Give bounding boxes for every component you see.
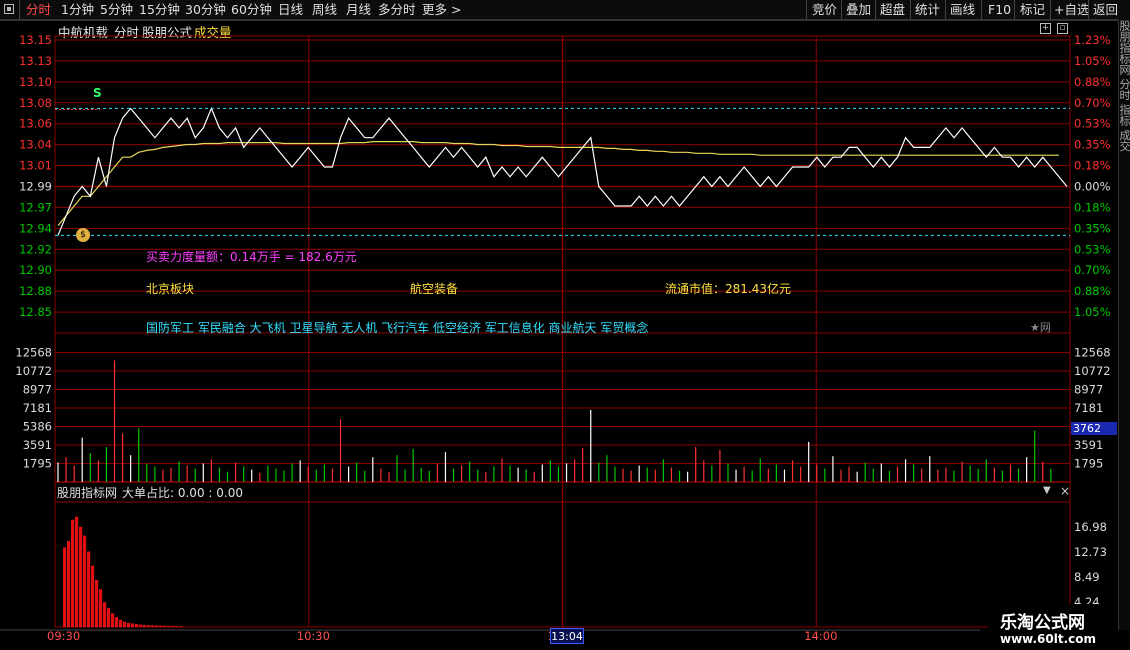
indicator-bar — [95, 579, 99, 627]
indicator-bar — [127, 622, 131, 627]
indicator-bar — [115, 616, 119, 627]
volume-tick-label: 3591 — [1074, 438, 1103, 452]
price-tick-label: 12.88 — [19, 284, 52, 298]
web-mark[interactable]: ★网 — [1030, 319, 1051, 335]
indicator-bar — [171, 625, 175, 627]
price-tick-label: 12.97 — [19, 200, 52, 214]
indicator-bar — [87, 551, 91, 627]
indicator-bar — [151, 625, 155, 627]
volume-tick-label: 8977 — [23, 383, 52, 397]
market-cap-label: 流通市值：281.43亿元 — [665, 282, 791, 296]
time-cursor-label: 13:04 — [550, 628, 584, 644]
time-axis: 09:3010:301314:00 — [47, 629, 837, 643]
indicator-bar — [67, 540, 71, 627]
pct-tick-label: 1.05% — [1074, 54, 1111, 68]
price-tick-label: 13.06 — [19, 117, 52, 131]
watermark-url: www.60lt.com — [1000, 632, 1097, 646]
money-bag-icon: $ — [76, 228, 90, 242]
price-tick-label: 13.13 — [19, 54, 52, 68]
pct-tick-label: 0.70% — [1074, 96, 1111, 110]
indicator-bar — [83, 535, 87, 627]
indicator-bar — [159, 625, 163, 627]
indicator-axis: 16.9812.738.494.24 — [1074, 520, 1107, 609]
volume-tick-label: 10772 — [1074, 364, 1111, 378]
industry-label: 航空装备 — [410, 282, 459, 296]
panel-dropdown-icon[interactable]: ▼ — [1043, 485, 1051, 496]
big-order-ratio: 大单占比: 0.00 : 0.00 — [122, 486, 243, 500]
indicator-bar — [79, 526, 83, 627]
pct-tick-label: 0.18% — [1074, 159, 1111, 173]
indicator-panel-title: 股朋指标网 — [57, 486, 118, 500]
indicator-bar — [179, 626, 183, 627]
indicator-bar — [175, 626, 179, 627]
indicator-bar — [163, 625, 167, 627]
price-tick-label: 13.01 — [19, 159, 52, 173]
indicator-bar — [167, 625, 171, 627]
price-tick-label: 13.15 — [19, 33, 52, 47]
side-info-strip: 股朋指标网 分时 指标 成交 — [1118, 20, 1130, 630]
pct-tick-label: 0.00% — [1074, 180, 1111, 194]
pct-tick-label: 0.88% — [1074, 75, 1111, 89]
indicator-bar — [147, 625, 151, 627]
price-tick-label: 13.10 — [19, 75, 52, 89]
time-tick-label: 09:30 — [47, 629, 80, 643]
volume-tick-label: 3591 — [23, 438, 52, 452]
indicator-bar — [143, 624, 147, 627]
pct-tick-label: 1.05% — [1074, 305, 1111, 319]
indicator-bar — [107, 608, 111, 627]
pct-tick-label: 0.88% — [1074, 284, 1111, 298]
panel-close-icon[interactable]: × — [1060, 484, 1070, 498]
price-tick-label: 12.92 — [19, 242, 52, 256]
indicator-bar — [63, 547, 67, 627]
indicator-bar — [111, 613, 115, 627]
indicator-bar — [139, 624, 143, 627]
force-volume-text: 买卖力度量额：0.14万手 = 182.6万元 — [146, 250, 357, 264]
indicator-bar — [103, 602, 107, 627]
indicator-bar — [135, 624, 139, 627]
volume-tick-label: 12568 — [1074, 346, 1111, 360]
price-tick-label: 12.94 — [19, 221, 52, 235]
indicator-tick-label: 8.49 — [1074, 570, 1100, 584]
price-tick-label: 13.08 — [19, 96, 52, 110]
time-tick-label: 14:00 — [804, 629, 837, 643]
indicator-bar — [123, 621, 127, 627]
price-axis: 13.15 1.23% 13.13 1.05% 13.10 0.88% 13.08 0.70%… — [19, 33, 1111, 319]
average-price-line — [57, 141, 1059, 226]
volume-tick-label: 8977 — [1074, 383, 1103, 397]
sector-label: 北京板块 — [146, 282, 195, 296]
indicator-bar — [99, 589, 103, 627]
indicator-tick-label: 16.98 — [1074, 520, 1107, 534]
pct-tick-label: 0.35% — [1074, 221, 1111, 235]
volume-tick-label: 7181 — [1074, 401, 1103, 415]
pct-tick-label: 0.70% — [1074, 263, 1111, 277]
volume-tick-label: 10772 — [15, 364, 52, 378]
indicator-tick-label: 12.73 — [1074, 545, 1107, 559]
price-tick-label: 12.99 — [19, 180, 52, 194]
indicator-bar — [91, 565, 95, 627]
pct-tick-label: 0.35% — [1074, 138, 1111, 152]
concept-tags: 国防军工 军民融合 大飞机 卫星导航 无人机 飞行汽车 低空经济 军工信息化 商… — [146, 321, 649, 335]
pct-tick-label: 0.53% — [1074, 242, 1111, 256]
indicator-bar — [155, 625, 159, 627]
indicator-bar — [131, 623, 135, 627]
watermark-title: 乐淘公式网 — [1000, 613, 1085, 633]
indicator-bars — [63, 516, 183, 627]
indicator-bar — [71, 519, 75, 627]
volume-tick-label: 12568 — [15, 346, 52, 360]
pct-tick-label: 1.23% — [1074, 33, 1111, 47]
pct-tick-label: 0.53% — [1074, 117, 1111, 131]
sell-signal-marker: S — [93, 86, 102, 100]
price-tick-label: 13.04 — [19, 138, 52, 152]
price-tick-label: 12.90 — [19, 263, 52, 277]
volume-tick-label: 1795 — [1074, 457, 1103, 471]
indicator-bar — [119, 619, 123, 627]
volume-tick-label: 7181 — [23, 401, 52, 415]
volume-tick-label: 1795 — [23, 457, 52, 471]
time-tick-label: 10:30 — [297, 629, 330, 643]
volume-tick-label: 5386 — [23, 420, 52, 434]
indicator-bar — [75, 516, 79, 627]
price-tick-label: 12.85 — [19, 305, 52, 319]
pct-tick-label: 0.18% — [1074, 200, 1111, 214]
current-volume-badge: 3762 — [1071, 422, 1117, 435]
